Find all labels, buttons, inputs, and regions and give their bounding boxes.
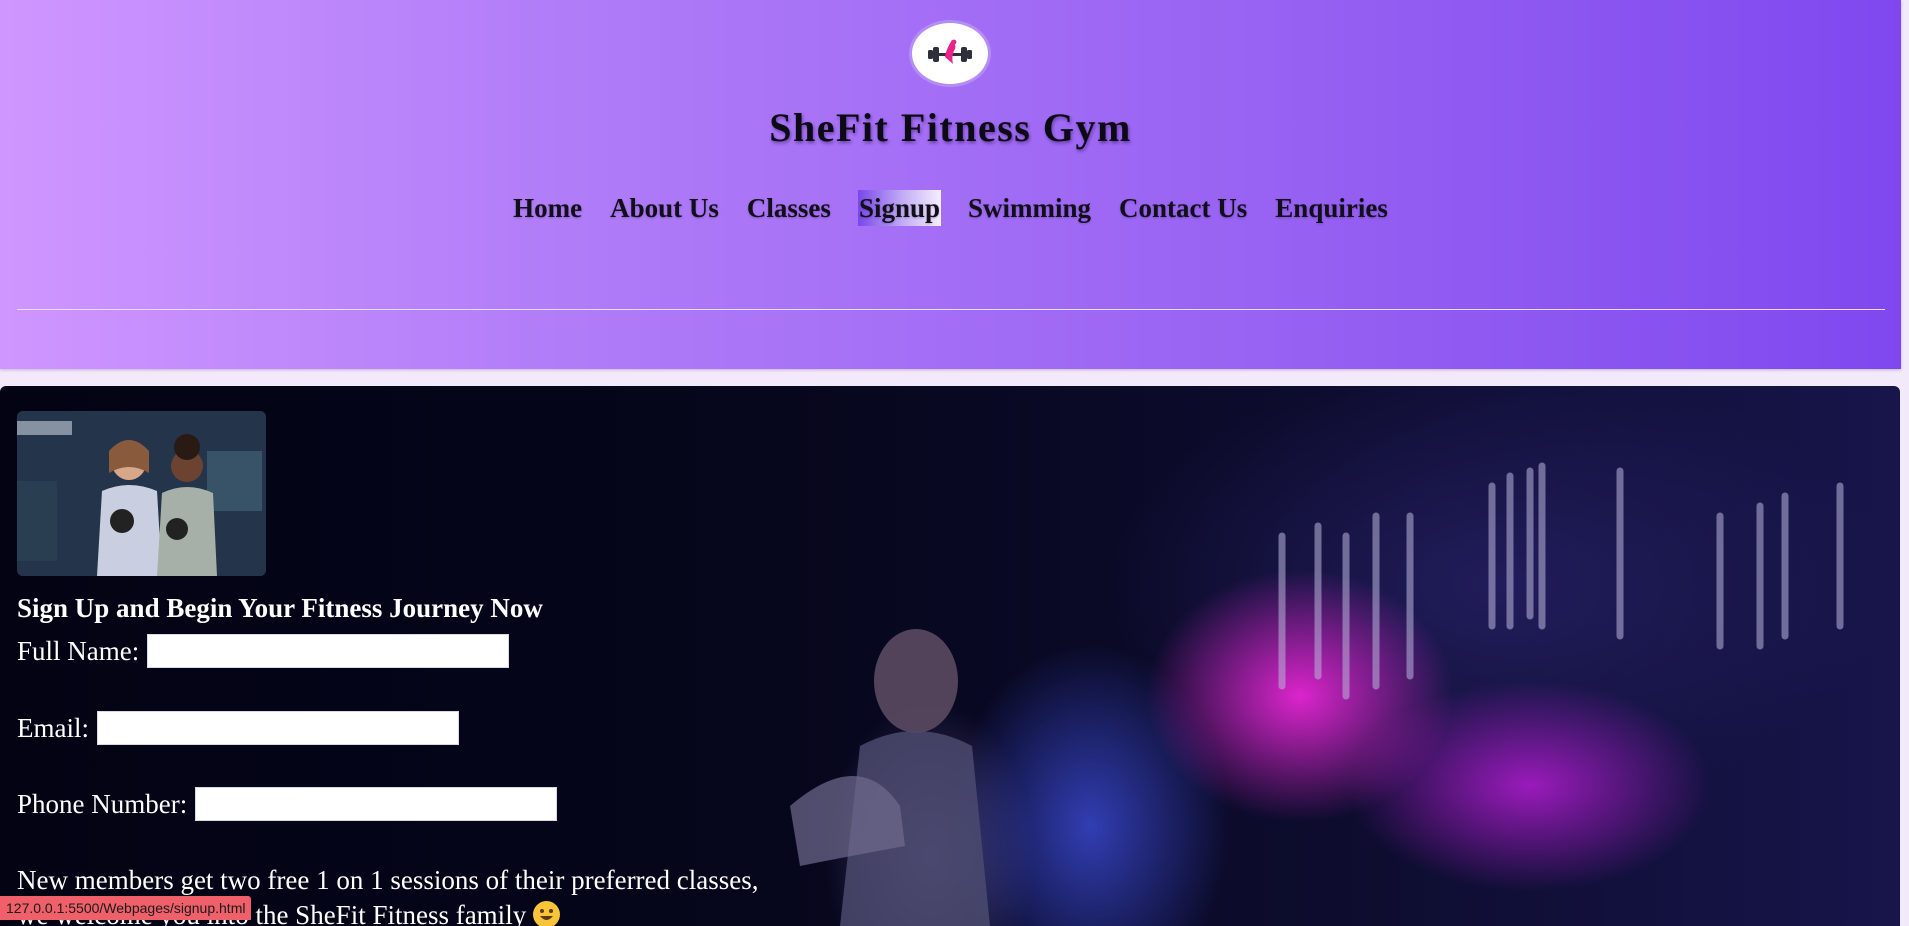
promo-line-1: New members get two free 1 on 1 sessions… [17,865,759,895]
nav-item-contact-us[interactable]: Contact Us [1118,190,1248,226]
nav-item-about-us[interactable]: About Us [609,190,720,226]
main-nav: Home About Us Classes Signup Swimming Co… [0,190,1901,226]
header-divider [17,309,1885,310]
phone-label: Phone Number: [17,788,188,819]
email-row: Email: [17,711,459,745]
phone-field[interactable] [195,787,558,821]
photo-illustration [17,411,266,576]
email-label: Email: [17,712,89,743]
site-title: SheFit Fitness Gym [769,105,1132,150]
phone-row: Phone Number: [17,787,558,821]
nav-item-swimming[interactable]: Swimming [967,190,1092,226]
email-field[interactable] [96,711,459,745]
signup-section: Sign Up and Begin Your Fitness Journey N… [0,386,1900,926]
dumbbell-figure-logo-icon [928,39,972,64]
site-header: SheFit Fitness Gym Home About Us Classes… [0,0,1901,369]
gym-logo[interactable] [909,20,991,87]
nav-item-home[interactable]: Home [512,190,583,226]
status-bar-url: 127.0.0.1:5500/Webpages/signup.html [0,896,252,920]
signup-heading: Sign Up and Begin Your Fitness Journey N… [17,593,543,623]
nav-item-enquiries[interactable]: Enquiries [1274,190,1389,226]
nav-item-signup[interactable]: Signup [857,190,942,226]
grinning-face-icon [532,901,560,926]
full-name-row: Full Name: [17,634,510,668]
women-training-photo [17,411,266,576]
full-name-label: Full Name: [17,635,140,666]
full-name-field[interactable] [147,634,510,668]
nav-item-classes[interactable]: Classes [746,190,832,226]
